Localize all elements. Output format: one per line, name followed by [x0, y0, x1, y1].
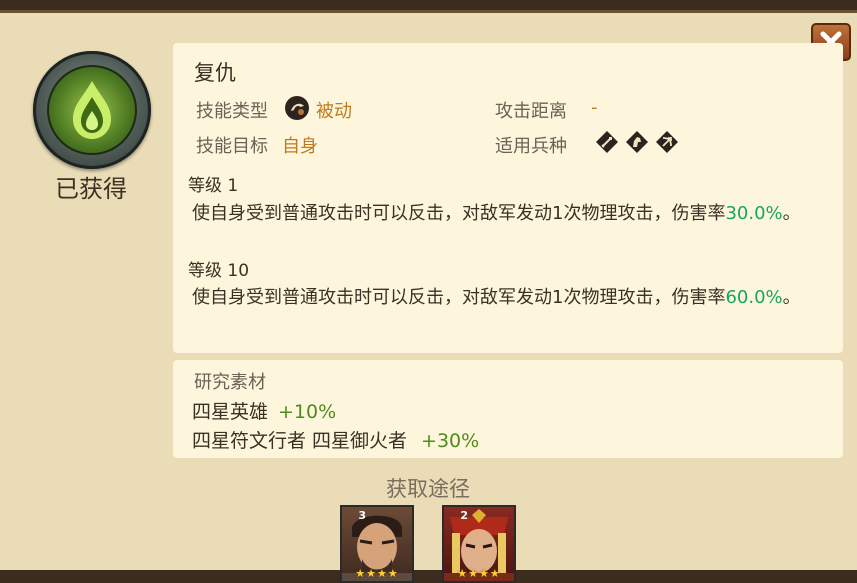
material-bonus: +10% [278, 401, 337, 423]
attack-range-label: 攻击距离 [495, 101, 567, 122]
skill-name: 复仇 [194, 61, 236, 85]
research-materials-card: 研究素材 四星英雄 +10% 四星符文行者 四星御火者 +30% [173, 360, 843, 458]
cavalry-icon [626, 131, 648, 153]
materials-title: 研究素材 [194, 372, 266, 393]
skill-info-card: 复仇 技能类型 被动 攻击距离 - 技能目标 自身 适用兵种 等级 1 使自身受… [173, 43, 843, 353]
skill-type-label: 技能类型 [196, 101, 268, 122]
hero-portrait[interactable]: 2 ★★★★ [442, 505, 516, 583]
material-row: 四星英雄 +10% [192, 401, 337, 423]
hero-star-rating: ★★★★ [355, 567, 399, 580]
material-row: 四星符文行者 四星御火者 +30% [192, 430, 480, 452]
level-1-damage-rate: 30.0% [725, 203, 783, 224]
flame-icon [73, 81, 111, 139]
obtained-status: 已获得 [55, 175, 127, 203]
level-1-description: 使自身受到普通攻击时可以反击，对敌军发动1次物理攻击，伤害率30.0%。 [192, 203, 801, 224]
hero-portrait[interactable]: 3 ★★★★ [340, 505, 414, 583]
infantry-icon [596, 131, 618, 153]
hero-star-rating: ★★★★ [457, 567, 501, 580]
level-10-damage-rate: 60.0% [725, 287, 783, 308]
attack-range-value: - [591, 97, 598, 118]
skill-type-value: 被动 [316, 101, 352, 122]
level-10-description: 使自身受到普通攻击时可以反击，对敌军发动1次物理攻击，伤害率60.0%。 [192, 287, 801, 308]
material-bonus: +30% [421, 430, 480, 452]
hero-level-badge: 3 [358, 509, 366, 522]
skill-detail-panel: 已获得 复仇 技能类型 被动 攻击距离 - 技能目标 自身 适用兵种 等级 1 … [0, 10, 857, 583]
skill-target-label: 技能目标 [196, 136, 268, 157]
level-10-label: 等级 10 [188, 261, 250, 281]
troop-types-label: 适用兵种 [495, 136, 567, 157]
skill-target-value: 自身 [282, 136, 318, 157]
level-1-label: 等级 1 [188, 176, 239, 196]
skill-icon [33, 51, 151, 169]
acquisition-title: 获取途径 [386, 477, 470, 501]
archer-icon [656, 131, 678, 153]
hero-level-badge: 2 [460, 509, 468, 522]
passive-icon [285, 96, 309, 120]
